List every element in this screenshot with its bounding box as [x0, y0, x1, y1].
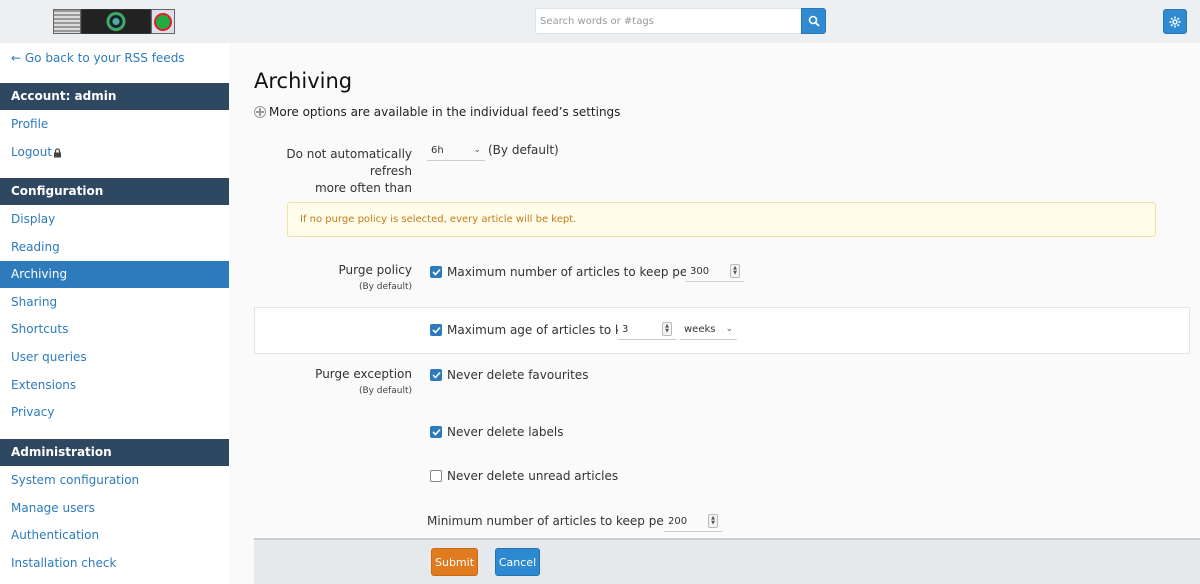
page-title: Archiving — [254, 69, 353, 93]
top-header — [0, 0, 1200, 43]
stepper-icon[interactable]: ▲ ▼ — [708, 514, 718, 528]
min-articles-input[interactable]: 200 ▲ ▼ — [664, 511, 722, 532]
purge-policy-sublabel: (By default) — [358, 282, 412, 292]
sidebar-item-label: Logout — [11, 145, 53, 159]
refresh-label: Do not automatically refresh more often … — [286, 147, 412, 195]
max-age-label: Maximum age of articles to keep — [447, 323, 644, 337]
info-line: More options are available in the indivi… — [254, 105, 620, 119]
labels-option: Never delete labels — [430, 425, 563, 439]
sidebar-item-sharing[interactable]: Sharing — [0, 289, 229, 316]
sidebar-item-authentication[interactable]: Authentication — [0, 522, 229, 549]
options-icon — [254, 106, 266, 118]
max-articles-option: Maximum number of articles to keep per f… — [430, 265, 723, 279]
sidebar-item-profile[interactable]: Profile — [0, 111, 229, 138]
settings-button[interactable] — [1163, 9, 1187, 34]
check-icon — [431, 371, 441, 379]
favourites-option: Never delete favourites — [430, 368, 588, 382]
favourites-checkbox[interactable] — [430, 369, 442, 381]
logo-badge-icon — [151, 9, 175, 34]
sidebar-section-administration: Administration — [0, 439, 229, 466]
sidebar-item-system-configuration[interactable]: System configuration — [0, 467, 229, 494]
cancel-button[interactable]: Cancel — [495, 548, 540, 576]
sidebar-item-reading[interactable]: Reading — [0, 234, 229, 261]
search-bar — [535, 8, 826, 34]
submit-button[interactable]: Submit — [431, 548, 478, 576]
unread-checkbox[interactable] — [430, 470, 442, 482]
labels-checkbox[interactable] — [430, 426, 442, 438]
form-actions-bar — [254, 538, 1200, 584]
max-age-unit-value: weeks — [684, 323, 716, 335]
max-articles-checkbox[interactable] — [430, 266, 442, 278]
sidebar-item-extensions[interactable]: Extensions — [0, 372, 229, 399]
logo-newspaper-icon — [53, 9, 81, 34]
purge-exception-sublabel: (By default) — [358, 386, 412, 396]
purge-warning-alert: If no purge policy is selected, every ar… — [287, 202, 1156, 237]
chevron-down-icon: ⌄ — [473, 145, 481, 155]
gear-icon — [1169, 16, 1181, 27]
search-input[interactable] — [535, 8, 801, 34]
refresh-select-value: 6h — [431, 144, 444, 156]
sidebar-item-user-queries[interactable]: User queries — [0, 344, 229, 371]
chevron-down-icon: ⌄ — [725, 324, 733, 334]
stepper-icon[interactable]: ▲ ▼ — [662, 322, 672, 336]
lock-icon — [54, 147, 62, 157]
max-age-unit-select[interactable]: weeks ⌄ — [680, 319, 737, 340]
purge-exception-label: Purge exception — [315, 367, 412, 381]
labels-label: Never delete labels — [447, 425, 564, 439]
sidebar-item-display[interactable]: Display — [0, 206, 229, 233]
check-icon — [431, 428, 441, 436]
max-age-input[interactable]: 3 ▲ ▼ — [618, 319, 676, 340]
max-articles-label: Maximum number of articles to keep per f… — [447, 265, 723, 279]
max-articles-input[interactable]: 300 ▲ ▼ — [686, 261, 744, 282]
sidebar-item-privacy[interactable]: Privacy — [0, 399, 229, 426]
check-icon — [431, 326, 441, 334]
sidebar-item-manage-users[interactable]: Manage users — [0, 495, 229, 522]
max-age-checkbox[interactable] — [430, 324, 442, 336]
check-icon — [431, 268, 441, 276]
min-articles-label: Minimum number of articles to keep per f… — [427, 514, 700, 528]
stepper-icon[interactable]: ▲ ▼ — [730, 264, 740, 278]
sidebar: ← Go back to your RSS feeds Account: adm… — [0, 43, 229, 584]
search-button[interactable] — [801, 8, 826, 34]
unread-label: Never delete unread articles — [447, 469, 619, 483]
sidebar-section-account: Account: admin — [0, 83, 229, 110]
logo-globe-icon — [81, 9, 151, 34]
info-text: More options are available in the indivi… — [269, 105, 621, 119]
sidebar-item-shortcuts[interactable]: Shortcuts — [0, 316, 229, 343]
app-logo[interactable] — [53, 9, 175, 34]
max-age-option: Maximum age of articles to keep — [430, 323, 644, 337]
purge-policy-label: Purge policy — [338, 263, 413, 277]
sidebar-item-installation-check[interactable]: Installation check — [0, 550, 229, 577]
sidebar-section-configuration: Configuration — [0, 178, 229, 205]
favourites-label: Never delete favourites — [447, 368, 589, 382]
refresh-select[interactable]: 6h ⌄ — [427, 140, 485, 161]
unread-option: Never delete unread articles — [430, 469, 618, 483]
search-icon — [808, 15, 820, 27]
main-content: Archiving More options are available in … — [229, 43, 1200, 584]
back-to-feeds-link[interactable]: ← Go back to your RSS feeds — [11, 51, 185, 65]
sidebar-item-archiving[interactable]: Archiving — [0, 261, 229, 288]
sidebar-item-logout[interactable]: Logout — [0, 139, 229, 166]
refresh-default-note: (By default) — [488, 143, 559, 157]
